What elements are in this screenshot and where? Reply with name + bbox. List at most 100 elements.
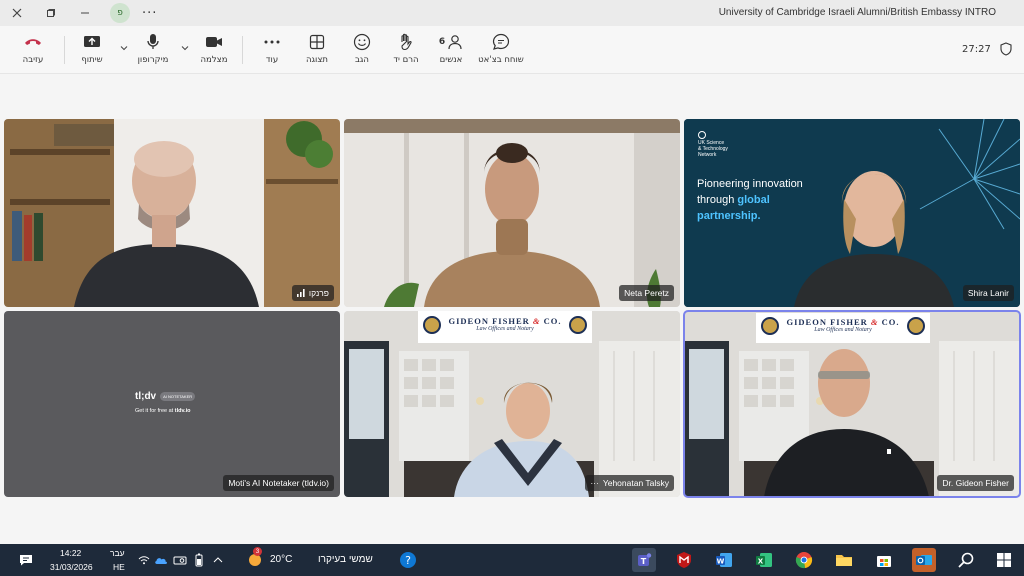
teams-icon[interactable]: T — [632, 548, 656, 572]
search-icon[interactable] — [954, 548, 978, 572]
firm-seal-icon — [761, 317, 779, 335]
firm-name: GIDEON FISHER & CO. — [418, 316, 592, 326]
participant-name-tag: פרנקו — [291, 285, 334, 301]
language-indicator[interactable]: עבר — [110, 548, 125, 558]
tldv-tagline: Get it for free at tldv.io — [135, 408, 191, 414]
restore-icon[interactable] — [34, 0, 68, 26]
smiley-icon — [353, 32, 371, 52]
microphone-icon — [146, 32, 160, 52]
video-tile-participant-2[interactable]: Neta Peretz — [344, 119, 680, 307]
meeting-toolbar: עזיבה שיתוף מיקרופון מצלמה עוד תצוגה הגב… — [0, 26, 1024, 74]
minimize-icon[interactable] — [68, 0, 102, 26]
excel-icon[interactable]: X — [752, 548, 776, 572]
signal-bars-icon — [296, 289, 305, 297]
more-button[interactable]: עוד — [247, 32, 297, 70]
weather-description[interactable]: שמשי בעיקרו — [318, 554, 373, 565]
firm-amp: & — [870, 317, 879, 327]
avatar[interactable]: פ — [110, 3, 130, 23]
video-tile-participant-5[interactable]: GIDEON FISHER & CO. Law Offices and Nota… — [344, 311, 680, 497]
firm-name-part: CO. — [540, 316, 562, 326]
people-button[interactable]: 6 אנשים — [426, 32, 476, 70]
chat-button[interactable]: שוחח בצ'אט — [476, 32, 526, 70]
camera-label: מצלמה — [200, 55, 228, 65]
participant-name: Dr. Gideon Fisher — [942, 478, 1009, 488]
tldv-tagline-link: tldv.io — [174, 408, 191, 414]
participant-name: Shira Lanir — [967, 288, 1009, 298]
people-icon: 6 — [439, 32, 463, 52]
weather-temperature[interactable]: 20°C — [270, 554, 292, 565]
hand-icon — [398, 32, 414, 52]
share-screen-icon — [83, 32, 101, 52]
meeting-timer: 27:27 — [962, 44, 991, 55]
microphone-button[interactable]: מיקרופון — [128, 32, 178, 70]
video-tile-participant-6[interactable]: GIDEON FISHER & CO. Law Offices and Nota… — [683, 310, 1021, 498]
svg-text:X: X — [758, 558, 764, 566]
file-explorer-icon[interactable] — [832, 548, 856, 572]
crest-icon — [698, 131, 706, 139]
microphone-label: מיקרופון — [137, 55, 169, 65]
chevron-up-icon[interactable] — [206, 548, 230, 572]
leave-button[interactable]: עזיבה — [8, 32, 58, 70]
view-button[interactable]: תצוגה — [292, 32, 342, 70]
outlook-icon[interactable] — [912, 548, 936, 572]
participant-name-tag: Shira Lanir — [962, 285, 1014, 301]
video-tile-participant-1[interactable]: פרנקו — [4, 119, 340, 307]
tldv-logo-text: tl;dv — [135, 391, 157, 402]
firm-name-part: GIDEON FISHER — [786, 317, 871, 327]
slide-org-line: Network — [698, 152, 717, 158]
firm-name: GIDEON FISHER & CO. — [756, 317, 930, 327]
raise-hand-button[interactable]: הרם יד — [381, 32, 431, 70]
firm-seal-icon — [423, 316, 441, 334]
close-icon[interactable] — [0, 0, 34, 26]
svg-text:W: W — [717, 558, 725, 566]
store-icon[interactable] — [872, 548, 896, 572]
weather-badge: 3 — [253, 547, 262, 556]
slide-line: Pioneering innovation — [697, 178, 803, 190]
more-options-icon[interactable]: ··· — [142, 6, 157, 21]
video-tile-participant-3[interactable]: UK Science & Technology Network Pioneeri… — [684, 119, 1020, 307]
camera-icon — [205, 32, 223, 52]
firm-amp: & — [532, 316, 541, 326]
more-options-icon[interactable]: ··· — [590, 478, 599, 488]
participant-name: Moti's AI Notetaker (tldv.io) — [228, 478, 329, 488]
grid-view-icon — [309, 32, 325, 52]
camera-button[interactable]: מצלמה — [189, 32, 239, 70]
window-title: University of Cambridge Israeli Alumni/B… — [718, 7, 996, 18]
phone-hangup-icon — [23, 32, 43, 52]
divider — [242, 36, 243, 64]
share-label: שיתוף — [81, 55, 103, 65]
participant-name-tag: ··· Yehonatan Talsky — [585, 475, 674, 491]
clock-time[interactable]: 14:22 — [60, 548, 81, 558]
mcafee-icon[interactable] — [672, 548, 696, 572]
clock-date[interactable]: 31/03/2026 — [50, 562, 93, 572]
svg-text:?: ? — [405, 554, 411, 567]
raise-hand-label: הרם יד — [393, 55, 419, 65]
participant-name: Yehonatan Talsky — [602, 478, 669, 488]
tldv-tagline-plain: Get it for free at — [135, 408, 175, 414]
help-icon[interactable]: ? — [396, 548, 420, 572]
firm-subtitle: Law Offices and Notary — [476, 326, 534, 332]
tldv-logo: tl;dv AI NOTETAKER — [135, 391, 196, 402]
react-label: הגב — [355, 55, 369, 65]
firm-name-part: CO. — [878, 317, 900, 327]
tldv-badge: AI NOTETAKER — [160, 392, 196, 401]
view-label: תצוגה — [305, 55, 328, 65]
share-button[interactable]: שיתוף — [67, 32, 117, 70]
shield-icon[interactable] — [1000, 41, 1012, 60]
windows-start-icon[interactable] — [992, 548, 1016, 572]
video-tile-notetaker[interactable]: tl;dv AI NOTETAKER Get it for free at tl… — [4, 311, 340, 497]
participant-name-tag: Dr. Gideon Fisher — [937, 475, 1014, 491]
law-firm-banner: GIDEON FISHER & CO. Law Offices and Nota… — [756, 313, 930, 343]
participant-name-tag: Moti's AI Notetaker (tldv.io) — [223, 475, 334, 491]
notification-icon[interactable] — [14, 548, 38, 572]
svg-text:T: T — [641, 557, 647, 566]
language-code[interactable]: HE — [113, 562, 125, 572]
participant-name: Neta Peretz — [624, 288, 669, 298]
word-icon[interactable]: W — [712, 548, 736, 572]
slide-headline: Pioneering innovation through global par… — [697, 176, 803, 224]
chrome-icon[interactable] — [792, 548, 816, 572]
firm-seal-icon — [907, 317, 925, 335]
taskbar: 14:22 31/03/2026 עבר HE 3 20°C שמשי בעיק… — [0, 544, 1024, 576]
react-button[interactable]: הגב — [337, 32, 387, 70]
chat-label: שוחח בצ'אט — [478, 55, 524, 65]
